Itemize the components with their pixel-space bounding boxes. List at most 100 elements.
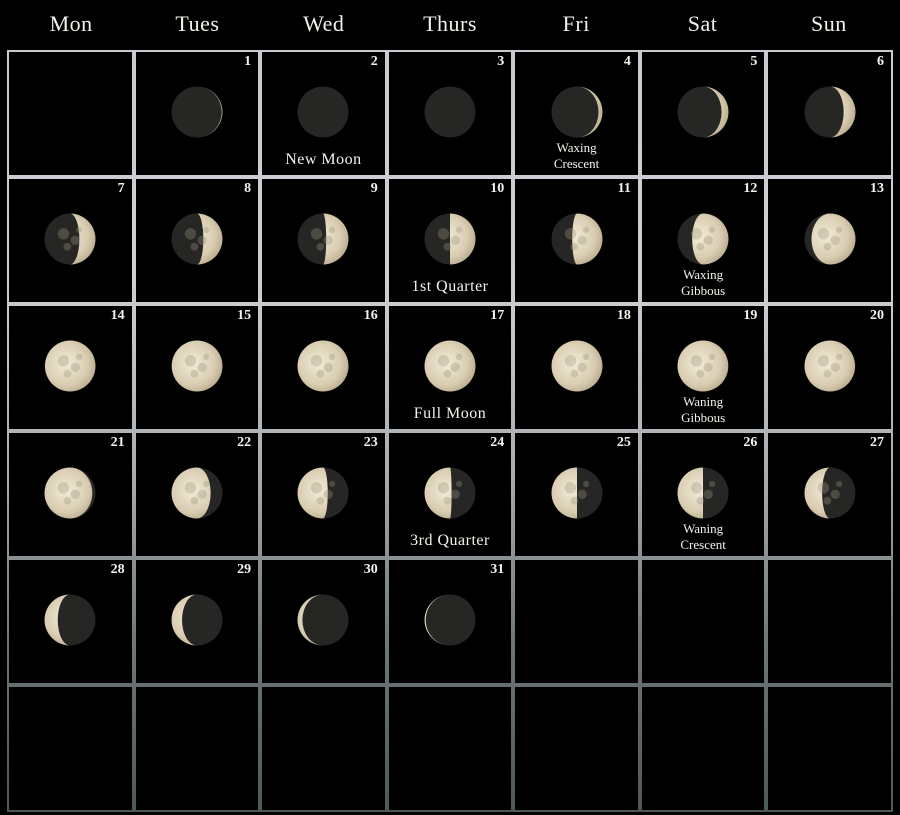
calendar-day-cell[interactable]: 4 Waxing Crescent: [515, 52, 638, 175]
moon-image: [297, 594, 349, 646]
calendar-day-cell[interactable]: 12 Waxing Gibbous: [641, 179, 765, 302]
calendar-day-cell[interactable]: 5: [641, 52, 765, 175]
moon-image: [677, 213, 729, 265]
day-number: 6: [876, 54, 884, 69]
calendar-day-cell[interactable]: 2 New Moon: [262, 52, 385, 175]
calendar-day-cell[interactable]: 13: [768, 179, 891, 302]
moon-mare: [311, 481, 323, 494]
moon-mare: [323, 489, 334, 499]
moon-mare: [58, 481, 70, 494]
calendar-day-cell[interactable]: 3: [388, 52, 512, 175]
calendar-day-cell[interactable]: 19 Waning Gibbous: [641, 306, 765, 429]
empty-day-cell: [768, 687, 891, 810]
phase-label-line: Crescent: [553, 156, 600, 171]
calendar-day-cell[interactable]: 18: [515, 306, 638, 429]
calendar-day-cell[interactable]: 29: [135, 560, 259, 683]
phase-label: Full Moon: [413, 405, 487, 422]
moon-mare: [690, 354, 703, 367]
empty-day-cell: [768, 560, 891, 683]
calendar-day-cell[interactable]: 7: [9, 179, 132, 302]
moon-image: [424, 340, 476, 392]
calendar-day-cell[interactable]: 8: [135, 179, 259, 302]
moon-mare: [316, 242, 325, 251]
moon-image: [677, 467, 729, 519]
calendar-day-cell[interactable]: 1: [135, 52, 259, 175]
calendar-day-cell[interactable]: 30: [262, 560, 385, 683]
moon-mare: [197, 362, 207, 372]
moon-mare: [564, 354, 576, 367]
moon-lit-portion: [424, 340, 476, 391]
moon-lit-portion: [551, 467, 577, 518]
moon-phase-icon: [44, 213, 96, 264]
day-number: 12: [743, 181, 758, 196]
calendar-day-cell[interactable]: 23: [262, 433, 385, 556]
calendar-day-cell[interactable]: 6: [768, 52, 891, 175]
moon-image: [424, 594, 476, 646]
moon-phase-icon: [171, 213, 223, 264]
day-number: 16: [363, 308, 378, 323]
empty-day-cell: [388, 687, 512, 810]
moon-image: [551, 86, 603, 138]
moon-mare: [696, 496, 705, 505]
moon-image: [551, 213, 603, 265]
day-number: 11: [617, 181, 631, 196]
calendar-day-cell[interactable]: 21: [9, 433, 132, 556]
moon-phase-icon: [804, 340, 856, 391]
calendar-day-cell[interactable]: 9: [262, 179, 385, 302]
moon-mare: [184, 481, 197, 494]
moon-mare: [76, 353, 83, 360]
day-number: 24: [490, 435, 505, 450]
moon-phase-icon: [677, 213, 729, 264]
calendar-day-cell[interactable]: 14: [9, 306, 132, 429]
moon-phase-icon: [551, 213, 603, 264]
calendar-day-cell[interactable]: 24 3rd Quarter: [388, 433, 512, 556]
moon-phase-icon: [804, 86, 856, 137]
moon-image: [551, 340, 603, 392]
moon-mare: [709, 353, 716, 360]
moon-lit-portion: [677, 340, 729, 391]
moon-mare: [709, 226, 716, 233]
day-number: 8: [244, 181, 252, 196]
calendar-day-cell[interactable]: 20: [768, 306, 891, 429]
calendar-day-cell[interactable]: 27: [768, 433, 891, 556]
moon-image: [44, 213, 96, 265]
moon-mare: [570, 242, 578, 251]
moon-phase-icon: [424, 213, 476, 264]
moon-mare: [190, 369, 199, 378]
moon-mare: [202, 353, 210, 360]
calendar-day-cell[interactable]: 22: [135, 433, 259, 556]
moon-mare: [58, 354, 70, 367]
day-number: 3: [497, 54, 505, 69]
moon-mare: [76, 480, 83, 487]
moon-mare: [570, 496, 578, 505]
day-number: 15: [237, 308, 252, 323]
moon-image: [804, 86, 856, 138]
calendar-day-cell[interactable]: 10 1st Quarter: [388, 179, 512, 302]
weekday-header-fri: Fri: [562, 11, 590, 36]
day-number: 2: [370, 54, 378, 69]
calendar-day-cell[interactable]: 11: [515, 179, 638, 302]
moon-image: [424, 86, 476, 138]
moon-mare: [70, 489, 81, 499]
day-number: 23: [363, 435, 378, 450]
moon-phase-icon: [677, 86, 729, 137]
day-number: 27: [869, 435, 884, 450]
moon-mare: [830, 489, 840, 499]
moon-phase-icon: [551, 86, 603, 137]
calendar-day-cell[interactable]: 31: [388, 560, 512, 683]
moon-mare: [70, 362, 81, 372]
moon-mare: [437, 227, 450, 240]
calendar-day-cell[interactable]: 15: [135, 306, 259, 429]
calendar-day-cell[interactable]: 28: [9, 560, 132, 683]
calendar-day-cell[interactable]: 25: [515, 433, 638, 556]
moon-mare: [450, 235, 460, 245]
moon-image: [171, 594, 223, 646]
calendar-day-cell[interactable]: 16: [262, 306, 385, 429]
phase-label: Waxing Gibbous: [642, 267, 765, 299]
calendar-day-cell[interactable]: 26 Waning Crescent: [641, 433, 765, 556]
weekday-header-row: Mon Tues Wed Thurs Fri Sat Sun: [8, 4, 892, 44]
moon-mare: [703, 362, 714, 372]
moon-mare: [696, 369, 705, 378]
moon-image: [171, 86, 223, 138]
calendar-day-cell[interactable]: 17 Full Moon: [388, 306, 512, 429]
